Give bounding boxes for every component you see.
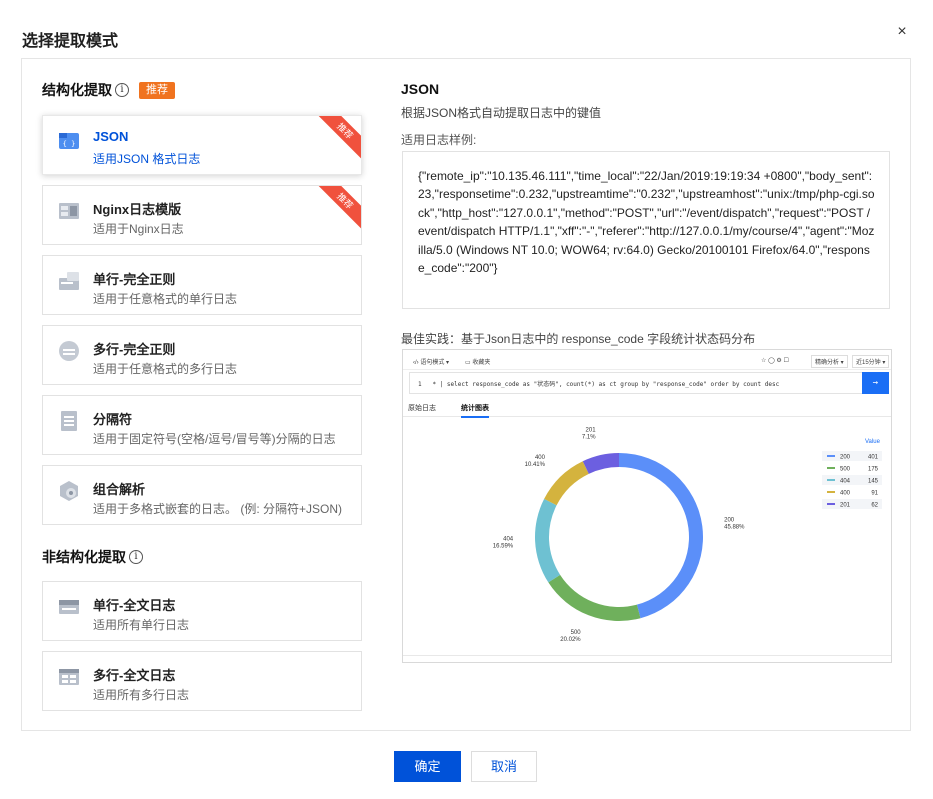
legend-value: 145 xyxy=(868,479,879,485)
mode-card-name: 多行-完全正则 xyxy=(93,342,176,357)
mode-card-name: 组合解析 xyxy=(93,482,146,497)
example-footer-line xyxy=(403,655,891,656)
example-toolbar-icons: ☆ ◯ ⚙ ☐ xyxy=(761,358,789,364)
mode-card-desc: 适用于任意格式的多行日志 xyxy=(93,362,238,376)
recommend-tag: 推荐 xyxy=(139,81,175,99)
legend-swatch xyxy=(827,467,835,469)
mode-card-single-line-regex[interactable]: 单行-完全正则 适用于任意格式的单行日志 xyxy=(42,255,362,315)
mode-card-name: JSON xyxy=(93,129,129,144)
donut-slice-404 xyxy=(535,498,561,583)
mode-card-name: Nginx日志模版 xyxy=(93,202,182,217)
close-icon[interactable]: × xyxy=(892,22,912,42)
multi-line-regex-icon xyxy=(59,341,79,361)
mode-card-desc: 适用JSON 格式日志 xyxy=(93,152,201,166)
sample-label: 适用日志样例: xyxy=(401,133,477,147)
detail-title: JSON xyxy=(401,81,440,97)
mode-card-nginx[interactable]: Nginx日志模版 适用于Nginx日志 推荐 xyxy=(42,185,362,245)
example-screenshot: ‹/› 语句模式 ▾ ▭ 收藏夹 ☆ ◯ ⚙ ☐ 精确分析 ▾ 近15分钟 ▾ … xyxy=(402,349,892,663)
best-practice-label: 最佳实践：基于Json日志中的 response_code 字段统计状态码分布 xyxy=(401,332,756,346)
legend-label: 500 xyxy=(840,467,851,473)
legend-value: 175 xyxy=(868,467,879,473)
donut-slice-200 xyxy=(619,453,703,619)
svg-text:{ }: { } xyxy=(63,140,76,148)
mode-card-name: 分隔符 xyxy=(93,412,133,427)
mode-card-desc: 适用所有多行日志 xyxy=(93,688,190,702)
legend-swatch xyxy=(827,479,835,481)
slice-percent-label: 45.88% xyxy=(724,524,745,530)
donut-slice-400 xyxy=(544,461,589,506)
example-fav-label: ▭ 收藏夹 xyxy=(465,360,491,366)
legend-swatch xyxy=(827,503,835,505)
unstructured-heading: 非结构化提取 i xyxy=(42,547,143,567)
recommend-ribbon: 推荐 xyxy=(314,116,361,162)
slice-label: 500 xyxy=(571,630,582,636)
structured-heading: 结构化提取 i 推荐 xyxy=(42,80,175,100)
mode-card-desc: 适用于任意格式的单行日志 xyxy=(93,292,238,306)
mode-card-multi-line-full-text[interactable]: 多行-全文日志 适用所有多行日志 xyxy=(42,651,362,711)
json-icon: { } xyxy=(59,133,79,149)
example-tab-raw: 原始日志 xyxy=(408,405,436,412)
mode-card-json[interactable]: { } JSON 适用JSON 格式日志 推荐 xyxy=(42,115,362,175)
slice-label: 400 xyxy=(535,455,546,461)
delimiter-icon xyxy=(61,411,77,431)
single-line-full-text-icon xyxy=(59,600,79,614)
combined-parse-icon xyxy=(60,481,78,501)
example-query-input: 1 * | select response_code as "状态码", cou… xyxy=(409,372,889,394)
legend-label: 201 xyxy=(840,503,851,509)
legend-label: 404 xyxy=(840,479,851,485)
legend-label: 200 xyxy=(840,455,851,461)
slice-percent-label: 16.59% xyxy=(493,543,514,549)
legend-swatch xyxy=(827,455,835,457)
example-tabs: 原始日志 统计图表 xyxy=(403,397,891,418)
nginx-icon xyxy=(59,203,79,219)
dialog-title: 选择提取模式 xyxy=(22,33,119,50)
example-toolbar: ‹/› 语句模式 ▾ ▭ 收藏夹 ☆ ◯ ⚙ ☐ 精确分析 ▾ 近15分钟 ▾ xyxy=(403,350,891,370)
mode-card-name: 单行-全文日志 xyxy=(93,598,176,613)
mode-card-single-line-full-text[interactable]: 单行-全文日志 适用所有单行日志 xyxy=(42,581,362,641)
info-icon[interactable]: i xyxy=(115,83,129,97)
example-time-select: 近15分钟 ▾ xyxy=(852,355,890,368)
confirm-button[interactable]: 确定 xyxy=(394,751,461,782)
slice-label: 200 xyxy=(724,517,735,523)
mode-card-desc: 适用所有单行日志 xyxy=(93,618,190,632)
mode-card-desc: 适用于多格式嵌套的日志。 (例: 分隔符+JSON) xyxy=(93,502,343,516)
legend-value: 401 xyxy=(868,455,879,461)
legend-value: 62 xyxy=(871,503,878,509)
cancel-button[interactable]: 取消 xyxy=(471,751,537,782)
example-analyze-select: 精确分析 ▾ xyxy=(811,355,848,368)
slice-percent-label: 7.1% xyxy=(582,435,596,441)
log-sample-box: {"remote_ip":"10.135.46.111","time_local… xyxy=(402,151,890,309)
multi-line-full-text-icon xyxy=(59,669,79,685)
slice-percent-label: 20.02% xyxy=(560,637,581,643)
slice-label: 404 xyxy=(503,536,514,542)
example-mode-label: ‹/› 语句模式 ▾ xyxy=(413,360,450,366)
structured-heading-label: 结构化提取 xyxy=(42,82,112,98)
mode-card-combined-parse[interactable]: 组合解析 适用于多格式嵌套的日志。 (例: 分隔符+JSON) xyxy=(42,465,362,525)
example-line-number: 1 xyxy=(418,381,422,388)
mode-card-delimiter[interactable]: 分隔符 适用于固定符号(空格/逗号/冒号等)分隔的日志 xyxy=(42,395,362,455)
donut-slice-201 xyxy=(582,453,619,474)
mode-card-name: 单行-完全正则 xyxy=(93,272,176,287)
legend-value: 91 xyxy=(871,491,878,497)
example-tab-chart: 统计图表 xyxy=(461,403,489,418)
donut-slice-500 xyxy=(548,574,641,621)
mode-card-multi-line-regex[interactable]: 多行-完全正则 适用于任意格式的多行日志 xyxy=(42,325,362,385)
mode-card-desc: 适用于固定符号(空格/逗号/冒号等)分隔的日志 xyxy=(93,432,336,446)
unstructured-heading-label: 非结构化提取 xyxy=(42,549,126,565)
status-code-donut-chart: 20045.88%50020.02%40416.59%40010.41%2017… xyxy=(493,428,882,643)
single-line-regex-icon xyxy=(59,272,79,290)
mode-card-desc: 适用于Nginx日志 xyxy=(93,222,184,236)
slice-label: 201 xyxy=(586,428,597,434)
example-query-text: * | select response_code as "状态码", count… xyxy=(432,381,780,388)
arrow-right-icon: → xyxy=(862,372,889,394)
slice-percent-label: 10.41% xyxy=(525,462,546,468)
recommend-ribbon: 推荐 xyxy=(314,186,361,232)
info-icon[interactable]: i xyxy=(129,550,143,564)
legend-label: 400 xyxy=(840,491,851,497)
legend-swatch xyxy=(827,491,835,493)
detail-subtitle: 根据JSON格式自动提取日志中的键值 xyxy=(401,106,602,120)
mode-card-name: 多行-全文日志 xyxy=(93,668,176,683)
legend-title: Value xyxy=(865,439,881,445)
